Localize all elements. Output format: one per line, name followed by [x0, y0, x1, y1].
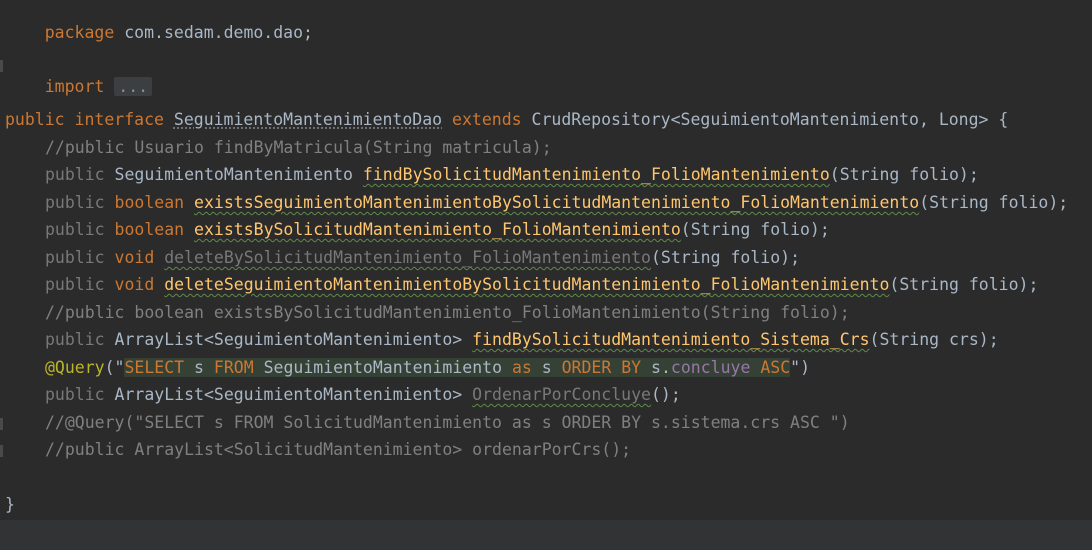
public-keyword: public [45, 385, 105, 404]
query-string: SELECT s FROM SeguimientoMantenimiento a… [124, 358, 791, 377]
method-name: findBySolicitudMantenimiento_FolioManten… [362, 165, 830, 184]
method-name: deleteSeguimientoMantenimientoBySolicitu… [164, 275, 890, 294]
return-type: void [114, 275, 155, 294]
public-keyword: public [45, 220, 105, 239]
return-type: void [114, 248, 155, 267]
return-type: ArrayList<SeguimientoMantenimiento> [114, 385, 463, 404]
method-line-5[interactable]: public void deleteBySolicitudMantenimien… [45, 247, 800, 269]
comment-line-12[interactable]: //public ArrayList<SolicitudMantenimient… [45, 439, 631, 461]
interface-declaration[interactable]: public interface SeguimientoMantenimient… [5, 109, 1008, 131]
method-params: (); [650, 385, 681, 404]
query-close: ") [790, 358, 811, 377]
comment-line-1[interactable]: //public Usuario findByMatricula(String … [45, 137, 552, 159]
method-name: deleteBySolicitudMantenimiento_FolioMant… [164, 248, 651, 267]
method-line-10[interactable]: public ArrayList<SeguimientoMantenimient… [45, 384, 681, 406]
query-annotation: @Query [45, 358, 105, 377]
public-keyword: public [45, 248, 105, 267]
fold-marker-icon[interactable] [0, 60, 3, 72]
fold-marker-icon[interactable] [0, 445, 3, 457]
public-keyword: public [5, 110, 65, 129]
method-line-2[interactable]: public SeguimientoMantenimiento findBySo… [45, 164, 979, 186]
package-name: com.sedam.demo.dao; [124, 23, 313, 42]
method-line-8[interactable]: public ArrayList<SeguimientoMantenimient… [45, 329, 999, 351]
method-name: existsSeguimientoMantenimientoBySolicitu… [194, 193, 920, 212]
return-type: ArrayList<SeguimientoMantenimiento> [114, 330, 463, 349]
method-params: (String crs); [869, 330, 999, 349]
method-line-6[interactable]: public void deleteSeguimientoMantenimien… [45, 274, 1038, 296]
package-line[interactable]: package com.sedam.demo.dao; [5, 0, 313, 42]
import-line[interactable]: import ... [5, 54, 153, 96]
return-type: boolean [114, 193, 185, 212]
method-name: OrdenarPorConcluye [472, 385, 651, 404]
method-params: (String folio); [889, 275, 1039, 294]
public-keyword: public [45, 330, 105, 349]
public-keyword: public [45, 165, 105, 184]
public-keyword: public [45, 193, 105, 212]
code-editor[interactable]: package com.sedam.demo.dao; import ... p… [0, 0, 1092, 550]
interface-keyword: interface [74, 110, 164, 129]
method-params: (String folio); [919, 193, 1069, 212]
return-type: boolean [114, 220, 185, 239]
method-line-3[interactable]: public boolean existsSeguimientoMantenim… [45, 192, 1068, 214]
method-name: existsBySolicitudMantenimiento_FolioMant… [194, 220, 681, 239]
public-keyword: public [45, 275, 105, 294]
import-keyword: import [44, 77, 105, 96]
extends-keyword: extends [452, 110, 522, 129]
method-params: (String folio); [829, 165, 979, 184]
return-type: SeguimientoMantenimiento [114, 165, 353, 184]
method-params: (String folio); [680, 220, 830, 239]
closing-brace[interactable]: } [5, 494, 15, 516]
fold-marker-icon[interactable] [0, 418, 3, 430]
extends-type: CrudRepository<SeguimientoMantenimiento,… [531, 110, 1009, 129]
method-line-4[interactable]: public boolean existsBySolicitudMantenim… [45, 219, 830, 241]
interface-name: SeguimientoMantenimientoDao [173, 110, 443, 129]
editor-bottom-bar [0, 520, 1092, 550]
comment-line-11[interactable]: //@Query("SELECT s FROM SolicitudManteni… [45, 412, 850, 434]
method-name: findBySolicitudMantenimiento_Sistema_Crs [472, 330, 870, 349]
method-params: (String folio); [651, 248, 801, 267]
query-annotation-line[interactable]: @Query("SELECT s FROM SeguimientoManteni… [45, 357, 810, 379]
query-open: (" [104, 358, 125, 377]
comment-line-7[interactable]: //public boolean existsBySolicitudManten… [45, 302, 850, 324]
folded-imports[interactable]: ... [114, 77, 153, 96]
package-keyword: package [44, 23, 115, 42]
